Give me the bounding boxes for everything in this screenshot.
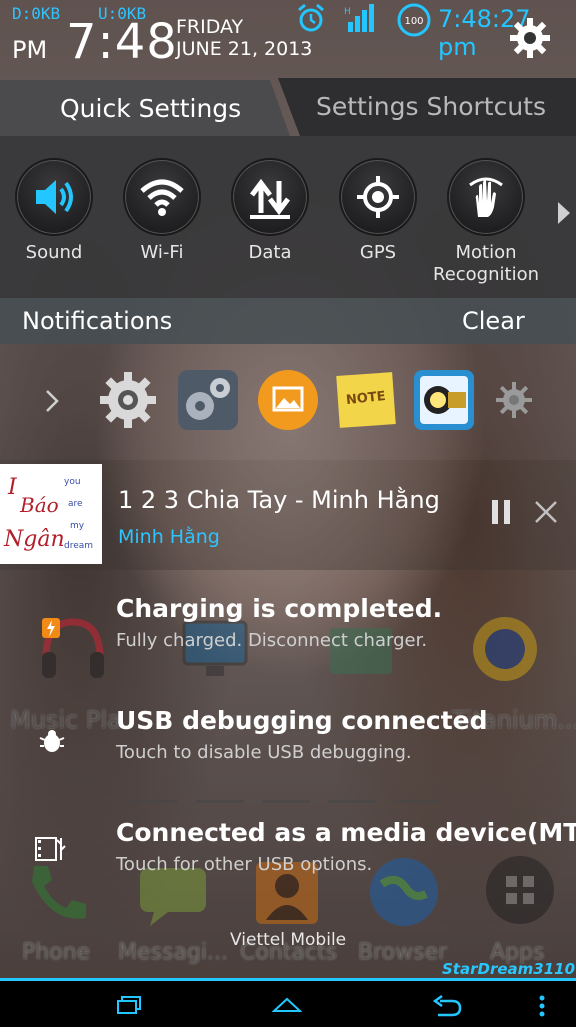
data-toggle-circle <box>231 158 309 236</box>
clock-ampm: PM <box>12 36 48 64</box>
usb-debugging-title: USB debugging connected <box>116 706 488 735</box>
clear-button[interactable]: Clear <box>462 307 525 335</box>
media-device-title: Connected as a media device(MTP <box>116 818 576 847</box>
tab-quick-settings[interactable]: Quick Settings <box>0 80 290 136</box>
media-device-subtitle: Touch for other USB options. <box>116 854 373 875</box>
usb-debugging-subtitle: Touch to disable USB debugging. <box>116 742 412 763</box>
navigation-bar <box>0 978 576 1027</box>
sound-toggle-circle <box>15 158 93 236</box>
alarm-icon <box>298 3 324 32</box>
usb-media-icon <box>35 837 66 861</box>
ghost-dock-messaging: Messagi... <box>118 940 228 965</box>
quick-toggle-wifi[interactable]: Wi-Fi <box>108 158 216 264</box>
flashlight-icon[interactable] <box>412 368 476 432</box>
bug-icon <box>39 730 65 752</box>
album-art-handwriting: I Báo Ngân you are my dream <box>3 475 93 552</box>
quick-toggle-gps[interactable]: GPS <box>324 158 432 264</box>
gears-icon[interactable] <box>176 368 240 432</box>
svg-text:you: you <box>64 477 81 487</box>
charging-subtitle: Fully charged. Disconnect charger. <box>116 630 428 651</box>
charging-title: Charging is completed. <box>116 594 443 623</box>
wifi-toggle-circle <box>123 158 201 236</box>
browser-ghost-icon <box>370 858 438 926</box>
titanium-ghost-icon <box>473 617 537 681</box>
gps-icon <box>357 176 399 218</box>
home-icon[interactable] <box>272 995 302 1015</box>
phone-ghost-icon <box>32 866 86 919</box>
settings-tabs: Settings Shortcuts Quick Settings <box>0 76 576 136</box>
motion-label: Motion Recognition <box>433 242 539 285</box>
status-bar: D:0KB U:0KB PM 7:48 FRIDAY JUNE 21, 2013… <box>0 0 576 76</box>
download-speed: D:0KB <box>12 4 61 23</box>
quick-toggle-data[interactable]: Data <box>216 158 324 264</box>
notifications-title: Notifications <box>22 307 173 335</box>
settings-gear-icon[interactable] <box>508 16 552 60</box>
charging-icon <box>42 618 60 638</box>
tab-quick-settings-label: Quick Settings <box>60 94 242 123</box>
battery-icon: 100 <box>397 3 431 37</box>
dots-divider <box>130 800 440 803</box>
wifi-icon <box>140 179 184 216</box>
notifications-header: Notifications Clear <box>0 298 576 344</box>
svg-text:Ngân: Ngân <box>3 527 65 552</box>
music-title: 1 2 3 Chia Tay - Minh Hằng <box>118 486 440 514</box>
motion-hand-icon <box>469 177 503 217</box>
apps-ghost-icon <box>486 856 554 924</box>
chevron-right-icon[interactable] <box>44 388 60 414</box>
quick-toggle-motion[interactable]: Motion Recognition <box>432 158 540 286</box>
tab-settings-shortcuts[interactable]: Settings Shortcuts <box>278 78 576 136</box>
ghost-dock-phone: Phone <box>22 940 91 965</box>
music-artist: Minh Hằng <box>118 526 220 548</box>
svg-text:I: I <box>7 475 18 500</box>
small-gear-icon[interactable] <box>494 380 534 420</box>
tab-settings-shortcuts-label: Settings Shortcuts <box>316 92 546 121</box>
svg-text:100: 100 <box>404 16 423 27</box>
big-clock: 7:48 <box>66 14 178 70</box>
recent-apps-icon[interactable] <box>116 995 142 1015</box>
sound-icon <box>36 180 73 214</box>
date-label: JUNE 21, 2013 <box>176 38 313 60</box>
settings-icon[interactable] <box>96 368 160 432</box>
menu-dots-icon[interactable] <box>538 995 546 1017</box>
gps-label: GPS <box>359 242 397 263</box>
ghost-dock-browser: Browser <box>358 940 448 965</box>
chevron-right-icon[interactable] <box>556 200 572 226</box>
svg-text:H: H <box>344 7 351 17</box>
back-icon[interactable] <box>432 995 462 1017</box>
motion-toggle-circle <box>447 158 525 236</box>
svg-text:are: are <box>68 499 83 509</box>
signal-icon: H <box>344 4 374 32</box>
data-label: Data <box>248 242 292 263</box>
gallery-icon[interactable] <box>256 368 320 432</box>
status-clock: 7:48:27 pm <box>438 5 531 61</box>
gps-toggle-circle <box>339 158 417 236</box>
pause-icon[interactable] <box>490 498 512 526</box>
data-arrows-icon <box>250 178 290 219</box>
day-label: FRIDAY <box>176 16 244 38</box>
svg-text:my: my <box>70 521 85 531</box>
quick-toggle-sound[interactable]: Sound <box>0 158 108 264</box>
carrier-label: Viettel Mobile <box>230 930 347 950</box>
wifi-label: Wi-Fi <box>140 242 184 263</box>
note-icon[interactable]: NOTE <box>334 368 398 432</box>
signature-watermark: StarDream3110 <box>442 960 576 978</box>
album-art: I Báo Ngân you are my dream <box>0 464 102 564</box>
close-icon[interactable] <box>534 500 558 524</box>
svg-text:Báo: Báo <box>19 493 59 517</box>
svg-text:dream: dream <box>64 541 93 551</box>
sound-label: Sound <box>25 242 83 263</box>
